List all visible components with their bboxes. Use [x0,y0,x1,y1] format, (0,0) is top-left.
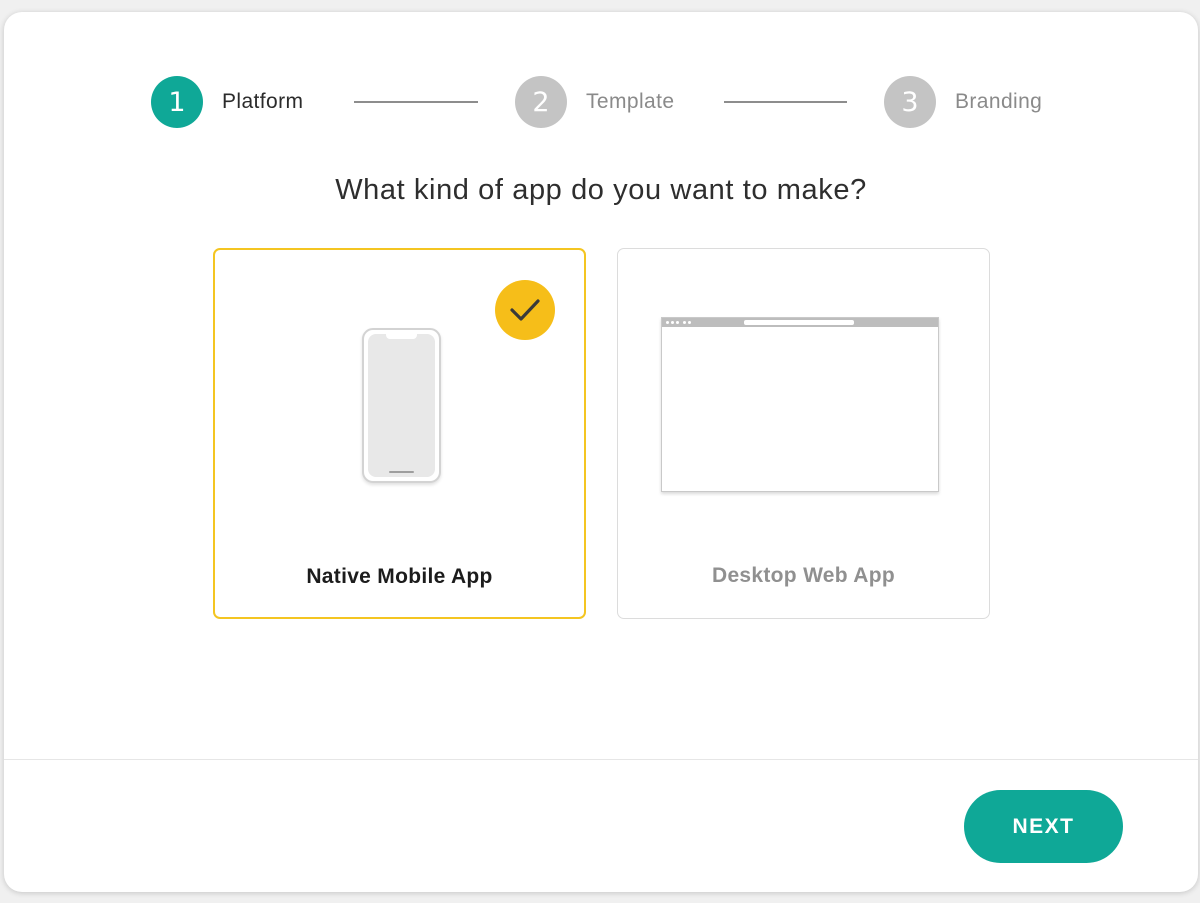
step-platform: 1 Platform [151,76,303,128]
option-native-mobile-app[interactable]: Native Mobile App [213,248,586,619]
page-question: What kind of app do you want to make? [335,174,867,206]
selected-checkmark-icon [495,280,555,340]
option-desktop-web-app[interactable]: Desktop Web App [617,248,990,619]
step-template: 2 Template [515,76,674,128]
step-number-badge: 2 [515,76,567,128]
step-label: Template [586,90,675,113]
phone-icon [362,328,441,483]
option-label: Desktop Web App [711,564,895,587]
option-label: Native Mobile App [306,565,493,588]
step-label: Platform [222,90,304,113]
browser-window-icon [661,317,939,492]
step-connector [354,101,478,103]
next-button[interactable]: NEXT [964,790,1123,863]
step-number-badge: 3 [884,76,936,128]
step-connector [724,101,847,103]
step-label: Branding [955,90,1043,113]
stepper: 1 Platform 2 Template 3 Branding [4,76,1198,128]
create-app-dialog: 1 Platform 2 Template 3 Branding What ki… [4,12,1198,892]
step-branding: 3 Branding [884,76,1042,128]
step-number-badge: 1 [151,76,203,128]
footer-divider [4,759,1198,760]
